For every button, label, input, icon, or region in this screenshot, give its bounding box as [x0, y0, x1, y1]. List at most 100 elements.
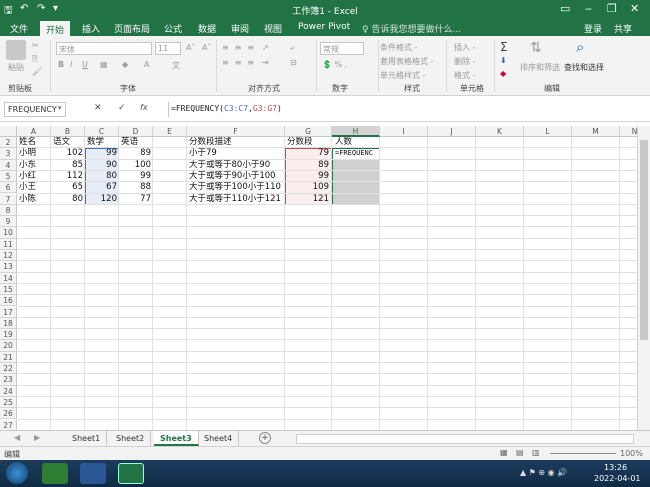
select-all-corner[interactable] [0, 126, 17, 137]
tab-formulas[interactable]: 公式 [164, 22, 182, 35]
autosum-icon[interactable]: Σ [500, 40, 508, 54]
column-header[interactable]: J [428, 126, 476, 137]
fill-icon[interactable]: ⬇ [500, 56, 507, 65]
row-header[interactable]: 11 [0, 238, 17, 250]
tab-page-layout[interactable]: 页面布局 [114, 22, 150, 35]
tab-power-pivot[interactable]: Power Pivot [298, 22, 350, 32]
italic-icon[interactable]: I [70, 60, 72, 69]
row-header[interactable]: 2 [0, 137, 17, 149]
row-header[interactable]: 15 [0, 283, 17, 296]
sheet-tab-2[interactable]: Sheet2 [110, 431, 152, 446]
tab-file[interactable]: 文件 [10, 22, 28, 35]
row-header[interactable]: 4 [0, 159, 17, 171]
fill-color-icon[interactable]: ◆ [122, 60, 128, 69]
row-header[interactable]: 22 [0, 363, 17, 375]
cancel-button[interactable]: ✕ [94, 103, 102, 113]
table-format-button[interactable]: 套用表格格式 - [380, 56, 433, 67]
cell-h3-editing[interactable]: =FREQUENC [334, 148, 374, 159]
shrink-font-icon[interactable]: A˅ [202, 43, 211, 52]
minimize-button[interactable]: ‒ [585, 2, 592, 15]
row-header[interactable]: 16 [0, 295, 17, 307]
find-select-label[interactable]: 查找和选择 [564, 62, 604, 73]
row-header[interactable]: 25 [0, 396, 17, 409]
row-header[interactable]: 20 [0, 340, 17, 352]
phonetic-icon[interactable]: 文 [172, 60, 180, 71]
number-format-select[interactable]: 常规 [320, 42, 364, 55]
name-box[interactable]: FREQUENCY [4, 102, 66, 117]
column-header[interactable]: C [85, 126, 119, 137]
cut-icon[interactable]: ✂ [32, 41, 39, 50]
tab-home[interactable]: 开始 [40, 21, 71, 36]
close-button[interactable]: ✕ [630, 2, 639, 15]
normal-view-icon[interactable]: ▦ [500, 448, 508, 457]
format-cells-button[interactable]: 格式 - [454, 70, 475, 81]
row-header[interactable]: 8 [0, 204, 17, 217]
row-header[interactable]: 24 [0, 385, 17, 397]
column-header[interactable]: B [51, 126, 85, 137]
sheet-tab-3[interactable]: Sheet3 [154, 431, 199, 446]
format-painter-icon[interactable]: 🖌 [32, 67, 42, 76]
formula-input[interactable]: =FREQUENCY(C3:C7,G3:G7) [168, 102, 646, 117]
sort-filter-icon[interactable]: ⇅ [530, 40, 542, 56]
word-icon[interactable] [80, 463, 106, 484]
merge-icon[interactable]: ⊟ [290, 58, 297, 67]
column-header[interactable]: K [476, 126, 524, 137]
align-left-icons[interactable]: ≡≡≡ [222, 58, 260, 67]
scroll-right-icon[interactable]: ▶ [34, 433, 40, 442]
row-header[interactable]: 19 [0, 329, 17, 341]
browser-icon[interactable] [42, 463, 68, 484]
bold-icon[interactable]: B [58, 60, 64, 69]
font-size-select[interactable]: 11 [155, 42, 181, 55]
row-header[interactable]: 23 [0, 374, 17, 386]
column-header[interactable]: L [524, 126, 572, 137]
scroll-left-icon[interactable]: ◀ [14, 433, 20, 442]
row-header[interactable]: 6 [0, 182, 17, 194]
start-button[interactable] [6, 462, 28, 484]
wrap-text-icon[interactable]: ⤶ [290, 43, 294, 53]
add-sheet-button[interactable]: + [259, 432, 271, 444]
page-layout-icon[interactable]: ▤ [516, 448, 524, 457]
underline-icon[interactable]: U [82, 60, 88, 69]
font-name-select[interactable]: 宋体 [56, 42, 152, 55]
currency-icon[interactable]: 💲 % , [322, 60, 347, 69]
share-button[interactable]: 共享 [614, 22, 632, 35]
font-color-icon[interactable]: A [144, 60, 149, 69]
row-header[interactable]: 13 [0, 261, 17, 273]
vertical-scrollbar[interactable] [637, 126, 650, 430]
tell-me-search[interactable]: ♀ 告诉我您想要做什么... [362, 22, 461, 35]
row-header[interactable]: 17 [0, 306, 17, 318]
row-header[interactable]: 12 [0, 250, 17, 262]
border-icon[interactable]: ▦ [100, 60, 108, 69]
delete-cells-button[interactable]: 删除 - [454, 56, 475, 67]
enter-button[interactable]: ✓ [118, 103, 126, 113]
sheet-tab-1[interactable]: Sheet1 [66, 431, 108, 446]
tab-insert[interactable]: 插入 [82, 22, 100, 35]
tray-icons[interactable]: ▲ ⚑ ⊕ ◉ 🔊 [520, 468, 567, 477]
column-header[interactable]: I [380, 126, 428, 137]
tab-view[interactable]: 视图 [264, 22, 282, 35]
row-header[interactable]: 5 [0, 170, 17, 183]
name-box-dropdown-icon[interactable]: ▾ [58, 104, 62, 112]
conditional-format-button[interactable]: 条件格式 - [380, 42, 417, 53]
copy-icon[interactable]: ⎘ [32, 54, 38, 64]
restore-button[interactable]: ❐ [607, 2, 617, 15]
ribbon-options-icon[interactable]: ▭ [560, 2, 570, 15]
row-header[interactable]: 14 [0, 272, 17, 284]
column-header[interactable]: E [153, 126, 187, 137]
row-header[interactable]: 27 [0, 419, 17, 430]
sort-filter-label[interactable]: 排序和筛选 [520, 62, 560, 73]
row-header[interactable]: 7 [0, 193, 17, 205]
column-header[interactable]: F [187, 126, 285, 137]
tab-review[interactable]: 审阅 [231, 22, 249, 35]
row-header[interactable]: 26 [0, 408, 17, 420]
login-link[interactable]: 登录 [584, 22, 602, 35]
indent-icon[interactable]: ⇥ [262, 58, 269, 67]
sheet-tab-4[interactable]: Sheet4 [198, 431, 240, 446]
scroll-thumb[interactable] [640, 140, 648, 340]
grow-font-icon[interactable]: A˄ [186, 43, 195, 52]
row-header[interactable]: 3 [0, 148, 17, 160]
row-header[interactable]: 10 [0, 227, 17, 239]
align-top-icons[interactable]: ≡≡≡ [222, 43, 260, 52]
column-header[interactable]: H [332, 126, 380, 137]
column-header[interactable]: M [572, 126, 620, 137]
